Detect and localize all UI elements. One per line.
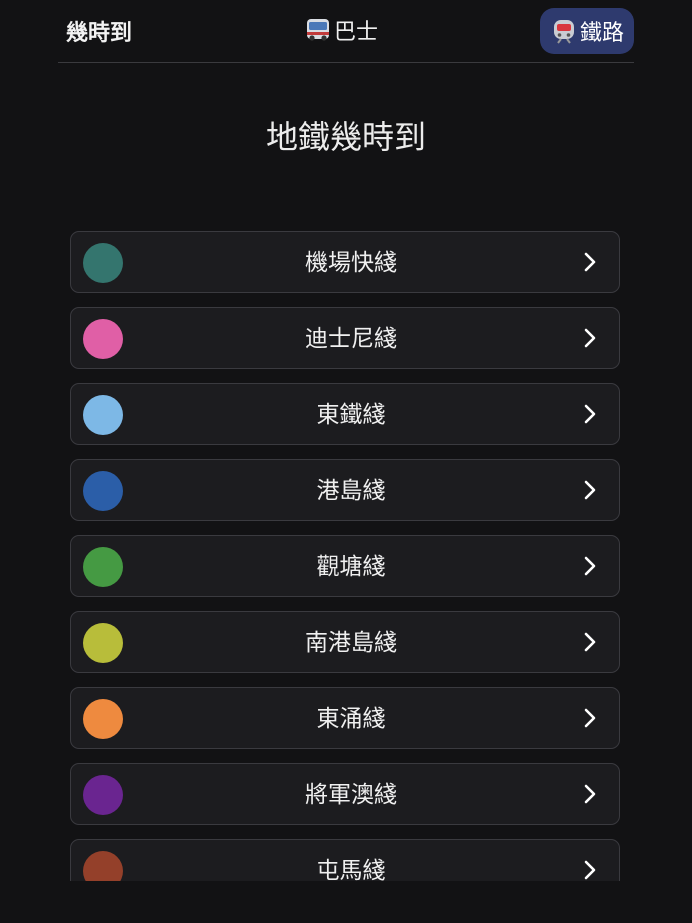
top-nav: 幾時到 巴士 鐵路 xyxy=(58,0,634,63)
nav-rail-tab[interactable]: 鐵路 xyxy=(540,8,634,54)
line-name: 屯馬綫 xyxy=(316,858,386,881)
chevron-right-icon xyxy=(584,328,596,348)
line-list[interactable]: 機場快綫迪士尼綫東鐵綫港島綫觀塘綫南港島綫東涌綫將軍澳綫屯馬綫 xyxy=(70,231,622,881)
chevron-right-icon xyxy=(584,860,596,880)
line-item[interactable]: 觀塘綫 xyxy=(70,535,620,597)
line-name: 觀塘綫 xyxy=(316,554,386,580)
chevron-right-icon xyxy=(584,632,596,652)
line-item[interactable]: 屯馬綫 xyxy=(70,839,620,881)
line-item[interactable]: 南港島綫 xyxy=(70,611,620,673)
chevron-right-icon xyxy=(584,708,596,728)
line-name: 將軍澳綫 xyxy=(305,782,397,808)
nav-bus-tab[interactable]: 巴士 xyxy=(304,14,378,46)
line-item[interactable]: 迪士尼綫 xyxy=(70,307,620,369)
page-title: 地鐵幾時到 xyxy=(265,118,426,156)
line-name: 東涌綫 xyxy=(316,706,386,732)
train-icon xyxy=(550,17,578,45)
chevron-right-icon xyxy=(584,252,596,272)
brand-title[interactable]: 幾時到 xyxy=(66,15,132,47)
line-name: 東鐵綫 xyxy=(316,402,386,428)
line-name: 迪士尼綫 xyxy=(305,326,397,352)
chevron-right-icon xyxy=(584,784,596,804)
app-root: 幾時到 巴士 鐵路 地鐵幾時到 機場快綫 迪士尼綫 東鐵綫 港島綫 觀塘綫 南港… xyxy=(0,0,692,923)
line-item[interactable]: 東涌綫 xyxy=(70,687,620,749)
line-item[interactable]: 東鐵綫 xyxy=(70,383,620,445)
line-item[interactable]: 港島綫 xyxy=(70,459,620,521)
line-name: 港島綫 xyxy=(316,478,386,504)
chevron-right-icon xyxy=(584,480,596,500)
line-name: 南港島綫 xyxy=(305,630,397,656)
chevron-right-icon xyxy=(584,404,596,424)
line-item[interactable]: 機場快綫 xyxy=(70,231,620,293)
chevron-right-icon xyxy=(584,556,596,576)
line-item[interactable]: 將軍澳綫 xyxy=(70,763,620,825)
bus-icon xyxy=(304,16,332,44)
line-name: 機場快綫 xyxy=(305,250,397,276)
nav-bus-label: 巴士 xyxy=(334,20,379,45)
nav-rail-label: 鐵路 xyxy=(579,21,624,46)
